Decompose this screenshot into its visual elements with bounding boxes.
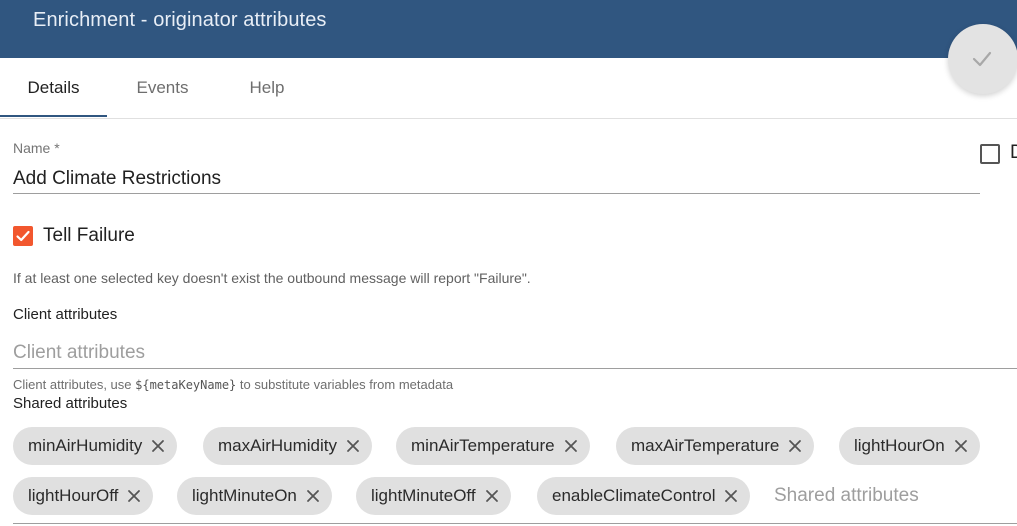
shared-attributes-label: Shared attributes <box>13 395 128 412</box>
tab-details[interactable]: Details <box>0 58 107 118</box>
debug-mode-checkbox[interactable] <box>980 144 1000 164</box>
chip-label: maxAirHumidity <box>218 436 338 455</box>
chip-label: lightHourOn <box>854 436 945 455</box>
tell-failure-checkbox[interactable] <box>13 226 33 246</box>
chip-label: enableClimateControl <box>552 486 716 505</box>
shared-attributes-input[interactable] <box>774 481 1014 511</box>
client-attributes-input[interactable] <box>13 337 1017 369</box>
shared-attribute-chip[interactable]: lightHourOn <box>839 427 980 465</box>
tab-help[interactable]: Help <box>222 58 312 118</box>
tab-events[interactable]: Events <box>115 58 210 118</box>
close-icon[interactable] <box>788 427 802 465</box>
name-field-label: Name * <box>13 140 60 156</box>
chip-label: maxAirTemperature <box>631 436 780 455</box>
client-hint-code: ${metaKeyName} <box>135 378 237 392</box>
chip-label: minAirHumidity <box>28 436 143 455</box>
shared-attributes-underline <box>13 523 1017 524</box>
client-hint-suffix: to substitute variables from metadata <box>236 377 454 392</box>
close-icon[interactable] <box>346 427 360 465</box>
shared-attribute-chip[interactable]: lightHourOff <box>13 477 154 515</box>
chip-label: minAirTemperature <box>411 436 555 455</box>
close-icon[interactable] <box>564 427 578 465</box>
shared-attribute-chip[interactable]: minAirTemperature <box>396 427 590 465</box>
name-input[interactable] <box>13 164 980 194</box>
close-icon[interactable] <box>127 477 141 515</box>
client-attributes-hint: Client attributes, use ${metaKeyName} to… <box>13 377 453 392</box>
checkmark-icon <box>16 230 30 242</box>
dialog-header: Enrichment - originator attributes <box>0 0 1017 58</box>
close-icon[interactable] <box>306 477 320 515</box>
chip-label: lightMinuteOff <box>371 486 476 505</box>
shared-attribute-chip[interactable]: minAirHumidity <box>13 427 178 465</box>
close-icon[interactable] <box>151 427 165 465</box>
chip-label: lightHourOff <box>28 486 119 505</box>
shared-attribute-chip[interactable]: maxAirTemperature <box>616 427 815 465</box>
close-icon[interactable] <box>485 477 499 515</box>
client-attributes-label: Client attributes <box>13 306 118 323</box>
tell-failure-hint: If at least one selected key doesn't exi… <box>13 270 531 286</box>
client-hint-prefix: Client attributes, use <box>13 377 136 392</box>
shared-attribute-chip[interactable]: lightMinuteOff <box>356 477 511 515</box>
tab-bar: Details Events Help <box>0 58 1017 119</box>
chip-label: lightMinuteOn <box>192 486 297 505</box>
shared-attribute-chip[interactable]: enableClimateControl <box>537 477 751 515</box>
debug-mode-label: D <box>1010 142 1017 163</box>
shared-attribute-chip[interactable]: lightMinuteOn <box>177 477 332 515</box>
active-tab-indicator <box>0 115 107 117</box>
shared-attribute-chip[interactable]: maxAirHumidity <box>203 427 373 465</box>
close-icon[interactable] <box>724 477 738 515</box>
dialog-title: Enrichment - originator attributes <box>33 9 327 31</box>
close-icon[interactable] <box>954 427 968 465</box>
tell-failure-label: Tell Failure <box>43 225 135 246</box>
